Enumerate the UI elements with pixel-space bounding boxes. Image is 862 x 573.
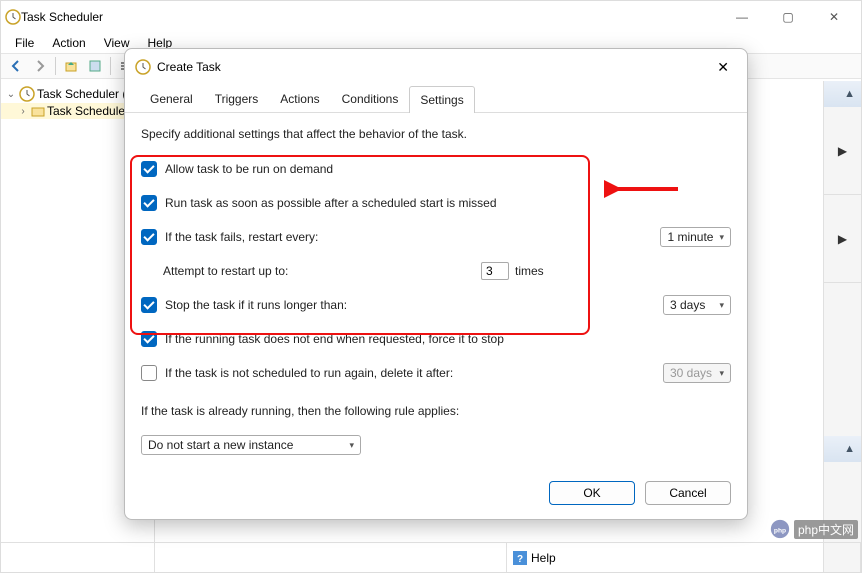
toolbar-sep <box>55 57 56 75</box>
up-button[interactable] <box>60 55 82 77</box>
chevron-down-icon: ▾ <box>719 232 724 243</box>
ok-button[interactable]: OK <box>549 481 635 505</box>
opt-force-stop[interactable]: If the running task does not end when re… <box>141 327 731 351</box>
select-stop-duration[interactable]: 3 days▾ <box>663 295 731 315</box>
close-button[interactable]: ✕ <box>811 1 857 33</box>
opt-already-running-label: If the task is already running, then the… <box>141 399 731 423</box>
status-cell-2 <box>155 543 507 572</box>
chevron-down-icon: ▾ <box>349 440 354 451</box>
label-attempt: Attempt to restart up to: <box>163 264 481 278</box>
checkbox-restart-every[interactable] <box>141 229 157 245</box>
settings-note: Specify additional settings that affect … <box>141 127 731 141</box>
tab-actions[interactable]: Actions <box>269 85 330 112</box>
opt-stop-longer[interactable]: Stop the task if it runs longer than: 3 … <box>141 293 731 317</box>
actions-panel: ▲ ▶ ▶ ▲ <box>823 81 861 572</box>
actions-expand-2[interactable]: ▶ <box>824 195 861 283</box>
toolbar-sep2 <box>110 57 111 75</box>
watermark-text: php中文网 <box>794 520 858 539</box>
dialog-titlebar: Create Task ✕ <box>125 49 747 85</box>
opt-run-missed[interactable]: Run task as soon as possible after a sch… <box>141 191 731 215</box>
scheduler-icon <box>19 86 35 102</box>
opt-restart-every[interactable]: If the task fails, restart every: 1 minu… <box>141 225 731 249</box>
chevron-down-icon: ▾ <box>719 368 724 379</box>
tab-triggers[interactable]: Triggers <box>204 85 270 112</box>
label-allow-on-demand: Allow task to be run on demand <box>165 162 731 176</box>
svg-text:?: ? <box>517 554 523 565</box>
collapse-up-icon2[interactable]: ▲ <box>844 443 855 455</box>
label-already-running: If the task is already running, then the… <box>141 404 731 418</box>
help-icon: ? <box>513 551 527 565</box>
minimize-button[interactable]: — <box>719 1 765 33</box>
checkbox-run-missed[interactable] <box>141 195 157 211</box>
opt-delete-after[interactable]: If the task is not scheduled to run agai… <box>141 361 731 385</box>
titlebar: Task Scheduler — ▢ ✕ <box>1 1 861 33</box>
chevron-right-icon: › <box>17 106 29 117</box>
php-icon: php <box>770 519 790 539</box>
select-restart-interval[interactable]: 1 minute▾ <box>660 227 731 247</box>
forward-button[interactable] <box>29 55 51 77</box>
maximize-button[interactable]: ▢ <box>765 1 811 33</box>
select-delete-after: 30 days▾ <box>663 363 731 383</box>
chevron-down-icon: ▾ <box>719 300 724 311</box>
menu-file[interactable]: File <box>7 34 42 52</box>
refresh-button[interactable] <box>84 55 106 77</box>
window-controls: — ▢ ✕ <box>719 1 857 33</box>
actions-panel-header2: ▲ <box>824 436 861 462</box>
dialog-close-button[interactable]: ✕ <box>709 55 737 80</box>
label-stop-longer: Stop the task if it runs longer than: <box>165 298 663 312</box>
status-help-label: Help <box>531 551 556 565</box>
status-cell-1 <box>1 543 155 572</box>
dialog-buttons: OK Cancel <box>549 481 731 505</box>
watermark: php php中文网 <box>770 519 858 539</box>
tab-general[interactable]: General <box>139 85 204 112</box>
window-title: Task Scheduler <box>21 10 719 24</box>
opt-allow-on-demand[interactable]: Allow task to be run on demand <box>141 157 731 181</box>
dialog-icon <box>135 59 151 75</box>
checkbox-stop-longer[interactable] <box>141 297 157 313</box>
select-running-rule[interactable]: Do not start a new instance▾ <box>141 435 361 455</box>
checkbox-force-stop[interactable] <box>141 331 157 347</box>
label-attempt-suffix: times <box>515 264 544 278</box>
create-task-dialog: Create Task ✕ General Triggers Actions C… <box>124 48 748 520</box>
statusbar: ? Help <box>1 542 861 572</box>
svg-text:php: php <box>774 527 786 534</box>
opt-attempt-restart: Attempt to restart up to: times <box>163 259 731 283</box>
label-delete-after: If the task is not scheduled to run agai… <box>165 366 663 380</box>
back-button[interactable] <box>5 55 27 77</box>
dialog-body: Specify additional settings that affect … <box>125 113 747 483</box>
label-restart-every: If the task fails, restart every: <box>165 230 660 244</box>
chevron-down-icon: ⌄ <box>5 89 17 100</box>
app-icon <box>5 9 21 25</box>
actions-panel-header: ▲ <box>824 81 861 107</box>
dialog-tabs: General Triggers Actions Conditions Sett… <box>125 85 747 113</box>
actions-expand-1[interactable]: ▶ <box>824 107 861 195</box>
cancel-button[interactable]: Cancel <box>645 481 731 505</box>
label-force-stop: If the running task does not end when re… <box>165 332 731 346</box>
label-run-missed: Run task as soon as possible after a sch… <box>165 196 731 210</box>
tab-settings[interactable]: Settings <box>409 86 474 113</box>
collapse-up-icon[interactable]: ▲ <box>844 88 855 100</box>
checkbox-delete-after[interactable] <box>141 365 157 381</box>
opt-rule-select-row: Do not start a new instance▾ <box>141 433 731 457</box>
menu-action[interactable]: Action <box>44 34 93 52</box>
folder-icon <box>31 104 45 118</box>
input-attempt-count[interactable] <box>481 262 509 280</box>
tree-child-label: Task Schedule <box>47 104 125 118</box>
tab-conditions[interactable]: Conditions <box>331 85 410 112</box>
dialog-title: Create Task <box>157 60 709 74</box>
status-help[interactable]: ? Help <box>507 543 861 572</box>
checkbox-allow-on-demand[interactable] <box>141 161 157 177</box>
tree-root-label: Task Scheduler (L <box>37 87 133 101</box>
